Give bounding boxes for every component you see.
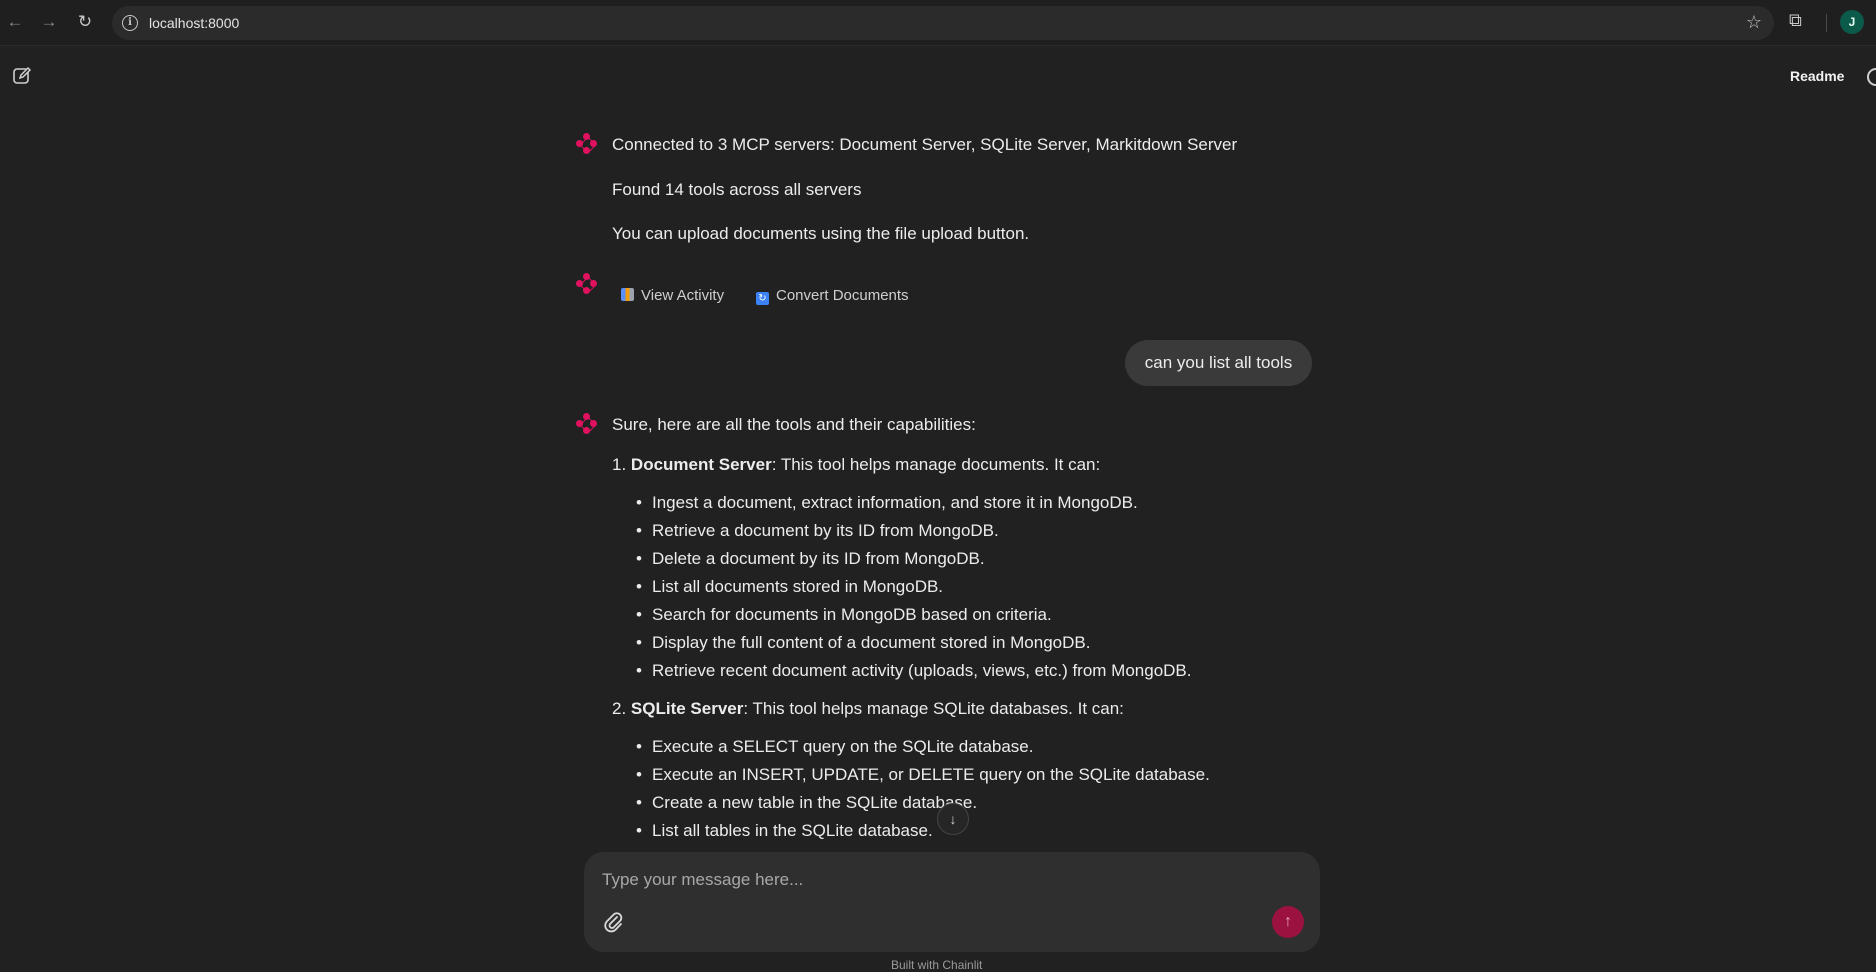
assistant-avatar-icon bbox=[576, 413, 598, 435]
site-info-icon[interactable]: i bbox=[122, 15, 138, 31]
back-arrow-icon[interactable]: ← bbox=[4, 11, 26, 33]
list-item: List all tables in the SQLite database. bbox=[636, 821, 933, 841]
section-description: : This tool helps manage SQLite database… bbox=[743, 699, 1124, 718]
list-item: List all documents stored in MongoDB. bbox=[636, 577, 943, 597]
convert-documents-label: Convert Documents bbox=[776, 287, 909, 304]
paperclip-icon[interactable] bbox=[602, 910, 624, 934]
scroll-down-button[interactable]: ↓ bbox=[937, 803, 969, 835]
arrow-up-icon: ↑ bbox=[1284, 913, 1292, 930]
welcome-line-tools: Found 14 tools across all servers bbox=[612, 180, 862, 199]
built-with-footer: Built with Chainlit bbox=[891, 958, 983, 972]
list-item-sqlite-server: 2. SQLite Server: This tool helps manage… bbox=[612, 699, 1124, 719]
section-title: Document Server bbox=[630, 455, 772, 474]
convert-documents-button[interactable]: ↻ Convert Documents bbox=[756, 287, 909, 305]
browser-toolbar: ← → ↻ i localhost:8000 ☆ ⧉ J bbox=[0, 0, 1876, 46]
url-text[interactable]: localhost:8000 bbox=[149, 15, 239, 31]
user-message-bubble: can you list all tools bbox=[1125, 340, 1312, 386]
toolbar-divider bbox=[1826, 14, 1827, 32]
new-chat-icon[interactable] bbox=[12, 66, 32, 86]
list-item: Retrieve a document by its ID from Mongo… bbox=[636, 521, 999, 541]
address-bar[interactable]: i localhost:8000 ☆ bbox=[112, 6, 1774, 40]
list-item: Retrieve recent document activity (uploa… bbox=[636, 661, 1191, 681]
list-item: Create a new table in the SQLite databas… bbox=[636, 793, 977, 813]
list-number: 1. bbox=[612, 455, 627, 474]
profile-avatar[interactable]: J bbox=[1840, 10, 1864, 34]
list-item: Display the full content of a document s… bbox=[636, 633, 1090, 653]
assistant-avatar-icon bbox=[576, 273, 598, 295]
arrow-down-icon: ↓ bbox=[949, 811, 957, 827]
bar-chart-icon bbox=[621, 288, 634, 301]
list-item: Execute an INSERT, UPDATE, or DELETE que… bbox=[636, 765, 1210, 785]
list-number: 2. bbox=[612, 699, 627, 718]
reload-icon[interactable]: ↻ bbox=[74, 11, 96, 33]
welcome-line-upload: You can upload documents using the file … bbox=[612, 224, 1030, 243]
list-item: Execute a SELECT query on the SQLite dat… bbox=[636, 737, 1034, 757]
readme-link[interactable]: Readme bbox=[1790, 68, 1844, 84]
view-activity-label: View Activity bbox=[641, 287, 725, 304]
bookmark-star-icon[interactable]: ☆ bbox=[1746, 12, 1762, 33]
send-button[interactable]: ↑ bbox=[1272, 906, 1304, 938]
section-title: SQLite Server bbox=[630, 699, 744, 718]
list-item: Search for documents in MongoDB based on… bbox=[636, 605, 1052, 625]
theme-toggle-icon[interactable] bbox=[1867, 68, 1876, 86]
convert-icon: ↻ bbox=[756, 292, 769, 305]
reply-intro: Sure, here are all the tools and their c… bbox=[612, 415, 976, 434]
assistant-avatar-icon bbox=[576, 133, 598, 155]
forward-arrow-icon[interactable]: → bbox=[38, 11, 60, 33]
message-composer: ↑ bbox=[584, 852, 1320, 952]
extensions-puzzle-icon[interactable]: ⧉ bbox=[1789, 10, 1802, 31]
message-input[interactable] bbox=[600, 866, 1294, 894]
list-item-document-server: 1. Document Server: This tool helps mana… bbox=[612, 455, 1100, 475]
welcome-line-servers: Connected to 3 MCP servers: Document Ser… bbox=[612, 135, 1238, 154]
list-item: Delete a document by its ID from MongoDB… bbox=[636, 549, 985, 569]
section-description: : This tool helps manage documents. It c… bbox=[771, 455, 1101, 474]
view-activity-button[interactable]: View Activity bbox=[621, 287, 724, 304]
list-item: Ingest a document, extract information, … bbox=[636, 493, 1138, 513]
